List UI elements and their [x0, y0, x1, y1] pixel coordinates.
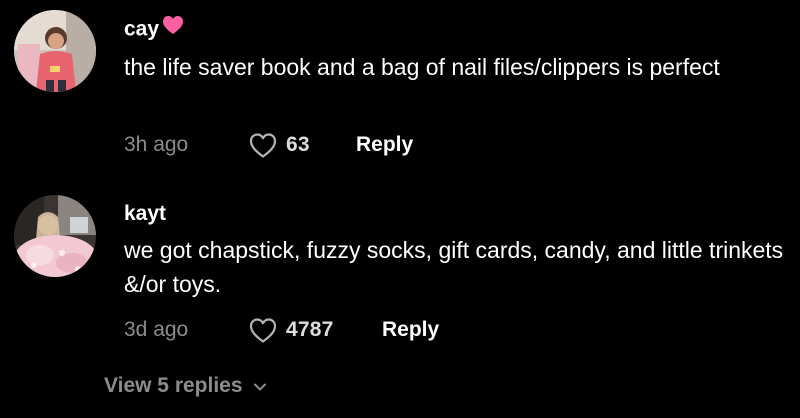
comment-item: kayt we got chapstick, fuzzy socks, gift…: [0, 184, 800, 364]
avatar[interactable]: [14, 195, 96, 277]
like-count: 4787: [286, 318, 334, 341]
heart-outline-icon[interactable]: [248, 131, 278, 159]
reply-button[interactable]: Reply: [382, 318, 439, 342]
comment-text: we got chapstick, fuzzy socks, gift card…: [124, 237, 784, 297]
timestamp: 3h ago: [124, 133, 189, 156]
reply-button[interactable]: Reply: [356, 133, 413, 157]
heart-outline-icon[interactable]: [248, 316, 278, 344]
view-replies-button[interactable]: View 5 replies: [104, 373, 267, 399]
like-count: 63: [286, 133, 310, 156]
like-button[interactable]: 63: [248, 130, 310, 160]
comment-item: cay the life saver book and a bag of nai…: [0, 0, 800, 180]
timestamp: 3d ago: [124, 318, 189, 341]
username[interactable]: cay: [124, 15, 184, 43]
like-button[interactable]: 4787: [248, 315, 334, 345]
chevron-down-icon: [253, 373, 267, 399]
avatar[interactable]: [14, 10, 96, 92]
view-replies-label: View 5 replies: [104, 374, 243, 397]
username[interactable]: kayt: [124, 202, 166, 226]
comment-text: the life saver book and a bag of nail fi…: [124, 54, 720, 80]
pink-heart-icon: [162, 15, 184, 41]
